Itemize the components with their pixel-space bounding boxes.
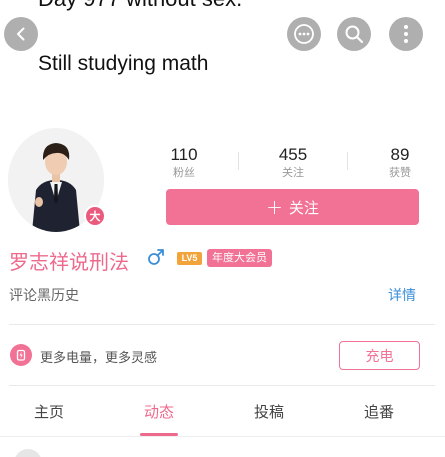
details-link[interactable]: 详情 (388, 285, 416, 305)
tab-bangumi[interactable]: 追番 (349, 401, 409, 422)
section-divider (9, 324, 435, 325)
search-icon (345, 25, 364, 44)
follow-button[interactable]: + 关注 (166, 189, 419, 225)
charge-promo-text: 更多电量，更多灵感 (40, 351, 158, 366)
battery-icon (10, 344, 32, 366)
stat-following[interactable]: 455 关注 (253, 145, 333, 181)
tab-home[interactable]: 主页 (19, 401, 79, 422)
username: 罗志祥说刑法 (9, 250, 129, 274)
likes-label: 获赞 (389, 166, 411, 179)
stat-likes[interactable]: 89 获赞 (360, 145, 440, 181)
charge-button[interactable]: 充电 (339, 341, 420, 370)
stat-fans[interactable]: 110 粉丝 (144, 145, 224, 181)
banner-caption-bottom: Still studying math (38, 52, 209, 75)
plus-icon: + (266, 195, 283, 219)
section-divider (9, 385, 435, 386)
menu-button[interactable] (389, 17, 423, 51)
likes-count: 89 (390, 145, 410, 164)
bio-text: 评论黑历史 (9, 288, 79, 304)
fans-count: 110 (170, 145, 198, 164)
following-label: 关注 (282, 166, 304, 179)
menu-icon (404, 25, 408, 43)
male-gender-icon (148, 249, 164, 265)
stat-divider (238, 152, 239, 170)
back-icon (17, 27, 25, 41)
vip-badge[interactable]: 年度大会员 (207, 249, 272, 267)
banner-caption-top: Day 977 without sex. (38, 0, 242, 12)
official-badge: 大 (84, 205, 106, 227)
level-badge: LV5 (177, 252, 202, 265)
search-button[interactable] (337, 17, 371, 51)
follow-label: 关注 (288, 198, 319, 217)
more-button[interactable] (287, 17, 321, 51)
back-button[interactable] (4, 17, 38, 51)
tab-dynamic[interactable]: 动态 (129, 401, 189, 422)
more-icon (294, 24, 314, 44)
stat-divider (347, 152, 348, 170)
tab-bar-divider (0, 436, 445, 437)
profile-banner: Day 977 without sex. Still studying math (0, 0, 445, 120)
following-count: 455 (278, 145, 308, 164)
fans-label: 粉丝 (173, 166, 195, 179)
tab-posts[interactable]: 投稿 (239, 401, 299, 422)
feed-item-avatar[interactable] (14, 449, 42, 457)
